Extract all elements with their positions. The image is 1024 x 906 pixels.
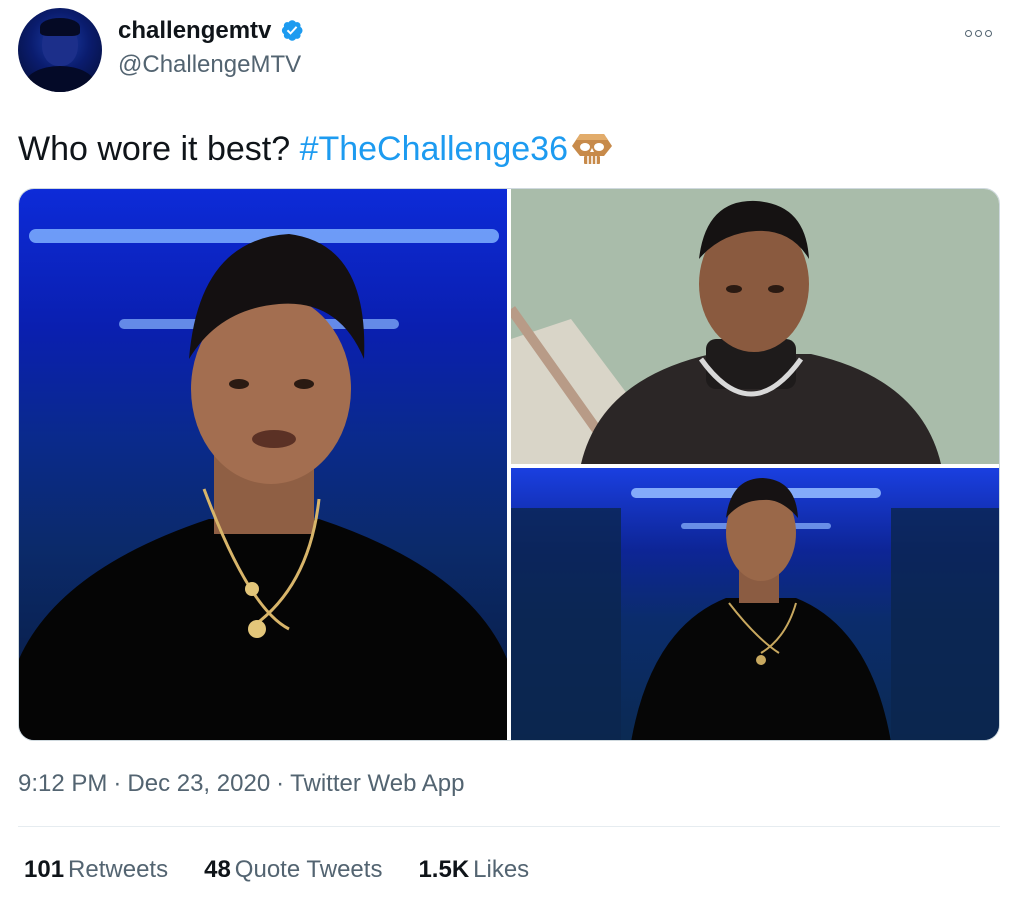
author-block: challengemtv @ChallengeMTV bbox=[118, 16, 304, 80]
more-dot-icon bbox=[965, 29, 972, 37]
photo-2-illustration bbox=[511, 200, 941, 464]
retweets-stat[interactable]: 101 Retweets bbox=[24, 855, 168, 885]
more-options-button[interactable] bbox=[965, 26, 999, 40]
quote-tweets-stat[interactable]: 48 Quote Tweets bbox=[204, 855, 382, 885]
retweets-count: 101 bbox=[24, 856, 65, 883]
avatar[interactable] bbox=[18, 8, 102, 92]
tweet-source[interactable]: Twitter Web App bbox=[290, 770, 464, 797]
likes-stat[interactable]: 1.5K Likes bbox=[418, 855, 529, 885]
tweet-stats: 101 Retweets 48 Quote Tweets 1.5K Likes bbox=[24, 855, 529, 885]
likes-label: Likes bbox=[473, 856, 530, 883]
skull-hashflag-icon bbox=[572, 134, 612, 164]
tweet-time[interactable]: 9:12 PM bbox=[18, 770, 107, 797]
photo-3-illustration bbox=[511, 478, 999, 740]
avatar-shoulders bbox=[24, 66, 96, 92]
tweet-text: Who wore it best? #TheChallenge36 bbox=[18, 126, 614, 170]
display-name[interactable]: challengemtv bbox=[118, 16, 271, 46]
meta-separator: · bbox=[276, 770, 285, 797]
handle[interactable]: @ChallengeMTV bbox=[118, 50, 304, 80]
tweet-meta: 9:12 PM · Dec 23, 2020 · Twitter Web App bbox=[18, 769, 464, 799]
divider bbox=[18, 826, 1000, 827]
photo-2[interactable] bbox=[511, 189, 999, 464]
likes-count: 1.5K bbox=[418, 856, 470, 883]
more-dot-icon bbox=[985, 29, 992, 37]
hashtag-link[interactable]: #TheChallenge36 bbox=[300, 130, 568, 168]
quote-tweets-count: 48 bbox=[204, 856, 231, 883]
meta-separator: · bbox=[113, 770, 122, 797]
media-grid bbox=[18, 188, 1000, 741]
tweet-date[interactable]: Dec 23, 2020 bbox=[127, 770, 270, 797]
tweet-body: Who wore it best? bbox=[18, 130, 300, 168]
quote-tweets-label: Quote Tweets bbox=[234, 856, 383, 883]
more-dot-icon bbox=[975, 29, 982, 37]
avatar-hair bbox=[40, 18, 80, 36]
retweets-label: Retweets bbox=[68, 856, 169, 883]
photo-1[interactable] bbox=[19, 189, 507, 740]
photo-1-illustration bbox=[19, 229, 507, 740]
verified-badge-icon bbox=[281, 19, 303, 41]
photo-3[interactable] bbox=[511, 468, 999, 740]
